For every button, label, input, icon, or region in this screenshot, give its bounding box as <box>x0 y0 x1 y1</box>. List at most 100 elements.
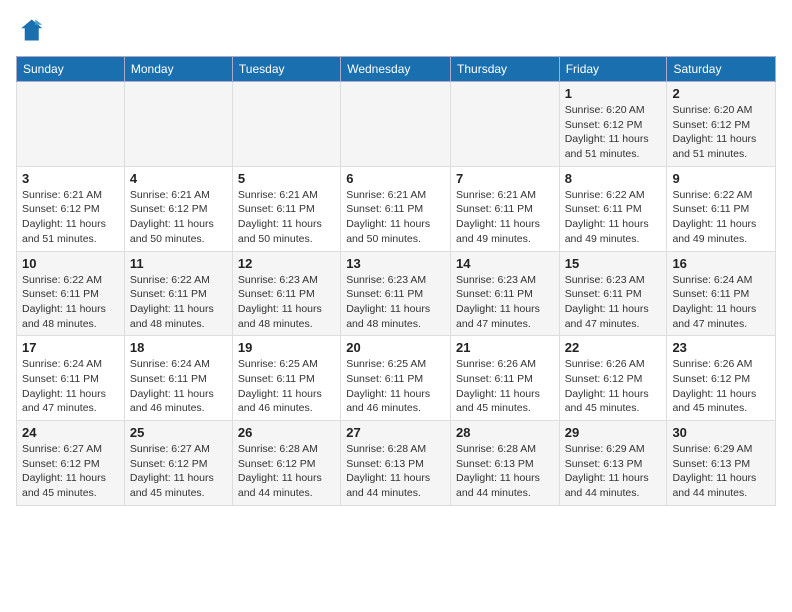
calendar-cell: 5 Sunrise: 6:21 AM Sunset: 6:11 PM Daylig… <box>232 166 340 251</box>
calendar-cell: 13 Sunrise: 6:23 AM Sunset: 6:11 PM Dayli… <box>341 251 451 336</box>
day-info: Sunrise: 6:20 AM Sunset: 6:12 PM Dayligh… <box>565 103 662 162</box>
day-info: Sunrise: 6:26 AM Sunset: 6:12 PM Dayligh… <box>565 357 662 416</box>
logo-icon <box>16 16 44 44</box>
day-info: Sunrise: 6:21 AM Sunset: 6:12 PM Dayligh… <box>130 188 227 247</box>
day-number: 22 <box>565 340 662 355</box>
day-number: 18 <box>130 340 227 355</box>
day-number: 11 <box>130 256 227 271</box>
day-info: Sunrise: 6:28 AM Sunset: 6:13 PM Dayligh… <box>346 442 445 501</box>
calendar-cell: 28 Sunrise: 6:28 AM Sunset: 6:13 PM Dayli… <box>451 421 560 506</box>
day-info: Sunrise: 6:28 AM Sunset: 6:13 PM Dayligh… <box>456 442 554 501</box>
calendar-cell: 12Sunrise: 6:23 AM Sunset: 6:11 PM Dayli… <box>232 251 340 336</box>
calendar-cell: 19Sunrise: 6:25 AM Sunset: 6:11 PM Dayli… <box>232 336 340 421</box>
calendar-cell: 15 Sunrise: 6:23 AM Sunset: 6:11 PM Dayli… <box>559 251 667 336</box>
calendar-week-row: 24 Sunrise: 6:27 AM Sunset: 6:12 PM Dayli… <box>17 421 776 506</box>
day-info: Sunrise: 6:28 AM Sunset: 6:12 PM Dayligh… <box>238 442 335 501</box>
calendar-cell: 4 Sunrise: 6:21 AM Sunset: 6:12 PM Daylig… <box>124 166 232 251</box>
weekday-header: Friday <box>559 57 667 82</box>
calendar-cell: 10Sunrise: 6:22 AM Sunset: 6:11 PM Dayli… <box>17 251 125 336</box>
calendar-cell: 30Sunrise: 6:29 AM Sunset: 6:13 PM Dayli… <box>667 421 776 506</box>
day-info: Sunrise: 6:23 AM Sunset: 6:11 PM Dayligh… <box>565 273 662 332</box>
calendar-cell: 22 Sunrise: 6:26 AM Sunset: 6:12 PM Dayli… <box>559 336 667 421</box>
calendar-cell: 26 Sunrise: 6:28 AM Sunset: 6:12 PM Dayli… <box>232 421 340 506</box>
calendar-cell: 23 Sunrise: 6:26 AM Sunset: 6:12 PM Dayli… <box>667 336 776 421</box>
weekday-header: Sunday <box>17 57 125 82</box>
day-number: 7 <box>456 171 554 186</box>
day-number: 20 <box>346 340 445 355</box>
calendar-cell: 14 Sunrise: 6:23 AM Sunset: 6:11 PM Dayli… <box>451 251 560 336</box>
calendar-cell: 6 Sunrise: 6:21 AM Sunset: 6:11 PM Daylig… <box>341 166 451 251</box>
day-info: Sunrise: 6:24 AM Sunset: 6:11 PM Dayligh… <box>22 357 119 416</box>
calendar-week-row: 17 Sunrise: 6:24 AM Sunset: 6:11 PM Dayli… <box>17 336 776 421</box>
day-info: Sunrise: 6:24 AM Sunset: 6:11 PM Dayligh… <box>672 273 770 332</box>
day-info: Sunrise: 6:29 AM Sunset: 6:13 PM Dayligh… <box>565 442 662 501</box>
day-number: 9 <box>672 171 770 186</box>
day-number: 14 <box>456 256 554 271</box>
calendar-cell: 3Sunrise: 6:21 AM Sunset: 6:12 PM Daylig… <box>17 166 125 251</box>
day-number: 1 <box>565 86 662 101</box>
day-number: 26 <box>238 425 335 440</box>
day-info: Sunrise: 6:21 AM Sunset: 6:11 PM Dayligh… <box>238 188 335 247</box>
calendar-cell: 16 Sunrise: 6:24 AM Sunset: 6:11 PM Dayli… <box>667 251 776 336</box>
logo <box>16 16 48 44</box>
page-header <box>16 16 776 44</box>
calendar-cell <box>17 82 125 167</box>
calendar-cell: 11Sunrise: 6:22 AM Sunset: 6:11 PM Dayli… <box>124 251 232 336</box>
day-info: Sunrise: 6:24 AM Sunset: 6:11 PM Dayligh… <box>130 357 227 416</box>
day-number: 29 <box>565 425 662 440</box>
calendar-cell <box>451 82 560 167</box>
day-number: 23 <box>672 340 770 355</box>
day-info: Sunrise: 6:29 AM Sunset: 6:13 PM Dayligh… <box>672 442 770 501</box>
day-info: Sunrise: 6:23 AM Sunset: 6:11 PM Dayligh… <box>346 273 445 332</box>
calendar-cell: 7 Sunrise: 6:21 AM Sunset: 6:11 PM Daylig… <box>451 166 560 251</box>
day-number: 10 <box>22 256 119 271</box>
calendar-cell: 1 Sunrise: 6:20 AM Sunset: 6:12 PM Daylig… <box>559 82 667 167</box>
calendar-week-row: 1 Sunrise: 6:20 AM Sunset: 6:12 PM Daylig… <box>17 82 776 167</box>
weekday-header: Saturday <box>667 57 776 82</box>
calendar-table: SundayMondayTuesdayWednesdayThursdayFrid… <box>16 56 776 506</box>
day-number: 28 <box>456 425 554 440</box>
day-info: Sunrise: 6:23 AM Sunset: 6:11 PM Dayligh… <box>456 273 554 332</box>
day-info: Sunrise: 6:26 AM Sunset: 6:11 PM Dayligh… <box>456 357 554 416</box>
day-info: Sunrise: 6:26 AM Sunset: 6:12 PM Dayligh… <box>672 357 770 416</box>
day-info: Sunrise: 6:27 AM Sunset: 6:12 PM Dayligh… <box>130 442 227 501</box>
calendar-cell: 29 Sunrise: 6:29 AM Sunset: 6:13 PM Dayli… <box>559 421 667 506</box>
day-info: Sunrise: 6:25 AM Sunset: 6:11 PM Dayligh… <box>346 357 445 416</box>
calendar-cell: 2 Sunrise: 6:20 AM Sunset: 6:12 PM Daylig… <box>667 82 776 167</box>
day-number: 12 <box>238 256 335 271</box>
day-number: 25 <box>130 425 227 440</box>
calendar-cell: 17 Sunrise: 6:24 AM Sunset: 6:11 PM Dayli… <box>17 336 125 421</box>
day-number: 17 <box>22 340 119 355</box>
calendar-cell: 25 Sunrise: 6:27 AM Sunset: 6:12 PM Dayli… <box>124 421 232 506</box>
calendar-cell: 20 Sunrise: 6:25 AM Sunset: 6:11 PM Dayli… <box>341 336 451 421</box>
weekday-header: Monday <box>124 57 232 82</box>
day-info: Sunrise: 6:21 AM Sunset: 6:11 PM Dayligh… <box>456 188 554 247</box>
day-info: Sunrise: 6:21 AM Sunset: 6:11 PM Dayligh… <box>346 188 445 247</box>
day-number: 15 <box>565 256 662 271</box>
day-number: 13 <box>346 256 445 271</box>
calendar-cell: 24Sunrise: 6:27 AM Sunset: 6:12 PM Dayli… <box>17 421 125 506</box>
weekday-header: Thursday <box>451 57 560 82</box>
day-number: 27 <box>346 425 445 440</box>
day-info: Sunrise: 6:20 AM Sunset: 6:12 PM Dayligh… <box>672 103 770 162</box>
calendar-cell: 27 Sunrise: 6:28 AM Sunset: 6:13 PM Dayli… <box>341 421 451 506</box>
calendar-cell: 18 Sunrise: 6:24 AM Sunset: 6:11 PM Dayli… <box>124 336 232 421</box>
weekday-header: Tuesday <box>232 57 340 82</box>
day-number: 6 <box>346 171 445 186</box>
day-number: 8 <box>565 171 662 186</box>
day-number: 3 <box>22 171 119 186</box>
day-number: 4 <box>130 171 227 186</box>
calendar-cell <box>341 82 451 167</box>
weekday-header-row: SundayMondayTuesdayWednesdayThursdayFrid… <box>17 57 776 82</box>
day-info: Sunrise: 6:22 AM Sunset: 6:11 PM Dayligh… <box>672 188 770 247</box>
calendar-cell: 8Sunrise: 6:22 AM Sunset: 6:11 PM Daylig… <box>559 166 667 251</box>
day-number: 19 <box>238 340 335 355</box>
calendar-cell <box>232 82 340 167</box>
day-number: 5 <box>238 171 335 186</box>
calendar-cell: 21Sunrise: 6:26 AM Sunset: 6:11 PM Dayli… <box>451 336 560 421</box>
calendar-week-row: 3 Sunrise: 6:21 AM Sunset: 6:12 PM Daylig… <box>17 166 776 251</box>
day-number: 2 <box>672 86 770 101</box>
day-number: 16 <box>672 256 770 271</box>
weekday-header: Wednesday <box>341 57 451 82</box>
day-number: 24 <box>22 425 119 440</box>
